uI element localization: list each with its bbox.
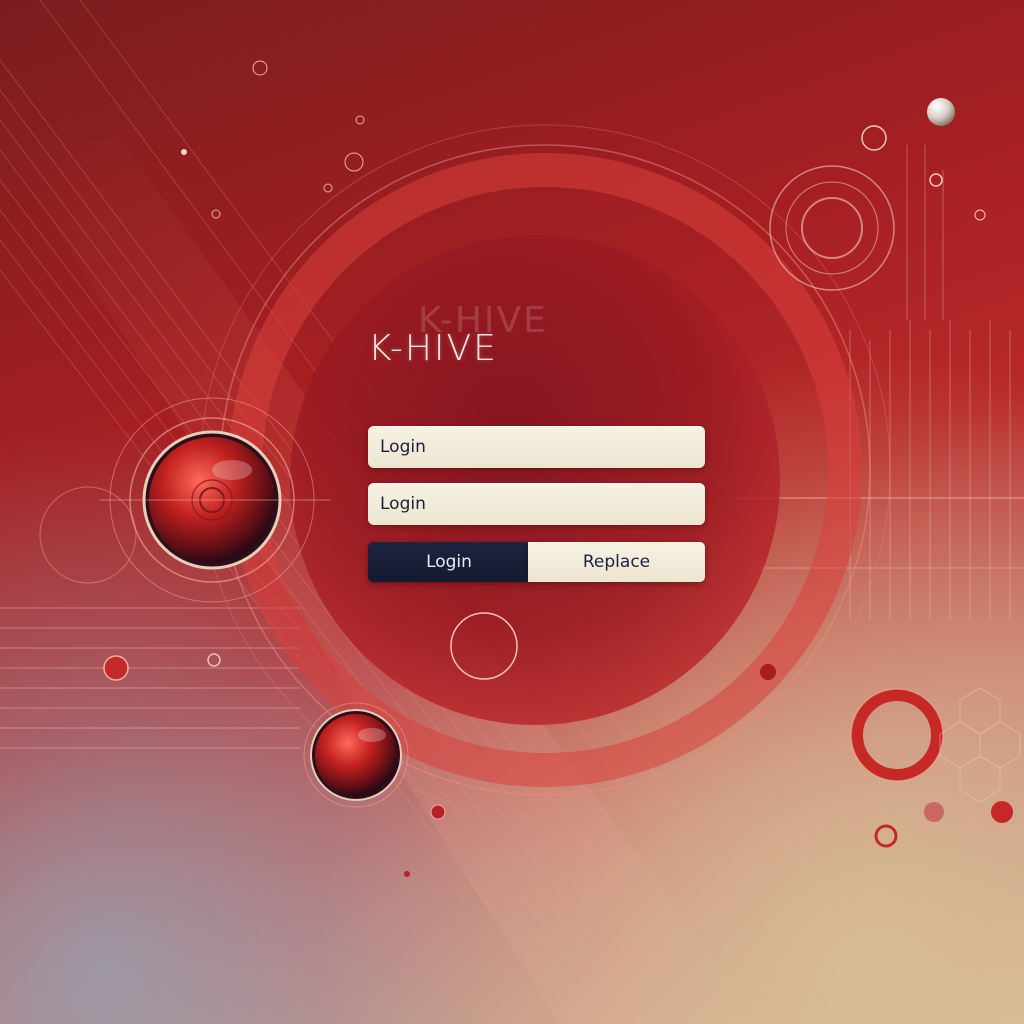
bottom-right-ring bbox=[850, 688, 944, 782]
hex-pattern bbox=[939, 687, 1021, 803]
login-button-label: Login bbox=[426, 552, 472, 572]
login-screen: K-HIVE K-HIVE Login Login Login Replace bbox=[0, 0, 1024, 1024]
login-button[interactable]: Login bbox=[368, 542, 530, 582]
password-field-value: Login bbox=[380, 494, 426, 514]
replace-button-label: Replace bbox=[582, 552, 651, 572]
app-title: K-HIVE bbox=[368, 328, 498, 369]
username-field-value: Login bbox=[380, 437, 426, 457]
left-horizontal-lines bbox=[0, 607, 300, 749]
password-field[interactable]: Login bbox=[368, 483, 705, 525]
target-ring-icon bbox=[769, 165, 895, 291]
replace-button[interactable]: Replace bbox=[528, 542, 705, 582]
username-field[interactable]: Login bbox=[368, 426, 705, 468]
right-vertical-lines bbox=[849, 145, 1011, 620]
